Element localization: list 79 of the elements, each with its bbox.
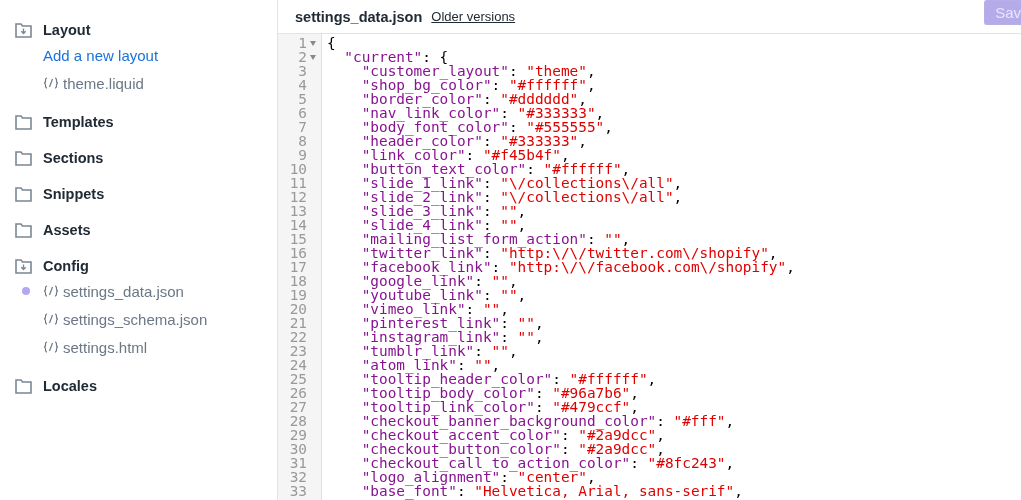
code-line: "google_link": "", (361, 273, 518, 289)
line-number: 25 (289, 372, 307, 386)
line-number: 32 (289, 470, 307, 484)
code-file-icon (43, 77, 59, 89)
line-number: 6 (298, 106, 307, 120)
line-number: 31 (289, 456, 307, 470)
line-number: 7 (298, 120, 307, 134)
code-line: "pinterest_link": "", (361, 315, 544, 331)
code-line: "checkout_call_to_action_color": "#8fc243", (361, 455, 735, 471)
code-line: "mailing_list_form_action": "", (361, 231, 631, 247)
folder-icon[interactable] (15, 150, 32, 166)
line-number: 2 (298, 50, 307, 64)
line-number: 24 (289, 358, 307, 372)
add-layout-link[interactable]: Add a new layout (43, 46, 159, 64)
line-number: 26 (289, 386, 307, 400)
folder-icon[interactable] (15, 378, 32, 394)
code-line: "body_font_color": "#555555", (361, 119, 613, 135)
folder-download-icon[interactable] (15, 22, 32, 38)
line-number: 22 (289, 330, 307, 344)
fold-arrow-icon[interactable] (309, 54, 316, 60)
line-number: 28 (289, 414, 307, 428)
code-line: "link_color": "#f45b4f", (361, 147, 570, 163)
file-name[interactable]: theme.liquid (63, 74, 144, 92)
code-line: "slide_4_link": "", (361, 217, 527, 233)
line-number: 30 (289, 442, 307, 456)
line-number: 17 (289, 260, 307, 274)
line-number: 19 (289, 288, 307, 302)
line-number: 21 (289, 316, 307, 330)
line-number: 27 (289, 400, 307, 414)
code-line: "slide_2_link": "\/collections\/all", (361, 189, 683, 205)
line-number: 8 (298, 134, 307, 148)
code-file-icon (43, 341, 59, 353)
line-number: 5 (298, 92, 307, 106)
file-name[interactable]: settings_data.json (63, 282, 184, 300)
line-number: 14 (289, 218, 307, 232)
code-line: "button_text_color": "#ffffff", (361, 161, 631, 177)
folder-label[interactable]: Sections (43, 150, 104, 166)
file-name[interactable]: settings_schema.json (63, 310, 208, 328)
code-line: "logo_alignment": "center", (361, 469, 596, 485)
code-file-icon (43, 313, 59, 325)
line-number: 10 (289, 162, 307, 176)
line-number: 4 (298, 78, 307, 92)
line-number: 18 (289, 274, 307, 288)
line-number: 29 (289, 428, 307, 442)
folder-icon[interactable] (15, 186, 32, 202)
folder-label[interactable]: Layout (43, 22, 91, 38)
file-title: settings_data.json (295, 8, 423, 25)
folder-label[interactable]: Locales (43, 378, 97, 394)
line-number: 15 (289, 232, 307, 246)
line-number: 12 (289, 190, 307, 204)
folder-label[interactable]: Assets (43, 222, 91, 238)
folder-icon[interactable] (15, 114, 32, 130)
line-number: 23 (289, 344, 307, 358)
code-line: "atom_link": "", (361, 357, 501, 373)
line-number: 11 (289, 176, 307, 190)
code-line: "slide_3_link": "", (361, 203, 527, 219)
folder-label[interactable]: Templates (43, 114, 114, 130)
code-line: "tooltip_header_color": "#ffffff", (361, 371, 657, 387)
folder-icon[interactable] (15, 222, 32, 238)
folder-label[interactable]: Snippets (43, 186, 105, 202)
line-number: 1 (298, 36, 307, 50)
code-line: "current": { (344, 49, 449, 65)
older-versions-link[interactable]: Older versions (431, 9, 516, 24)
code-line: { (327, 35, 336, 51)
folder-label[interactable]: Config (43, 258, 89, 274)
code-line: "customer_layout": "theme", (361, 63, 596, 79)
code-line: "checkout_button_color": "#2a9dcc", (361, 441, 665, 457)
line-number: 13 (289, 204, 307, 218)
code-line: "slide_1_link": "\/collections\/all", (361, 175, 683, 191)
line-number: 16 (289, 246, 307, 260)
code-file-icon (43, 285, 59, 297)
code-line: "nav_link_color": "#333333", (361, 105, 605, 121)
line-number: 9 (298, 148, 307, 162)
line-number: 20 (289, 302, 307, 316)
folder-download-icon[interactable] (15, 258, 32, 274)
fold-arrow-icon[interactable] (309, 40, 316, 46)
line-number: 33 (289, 484, 307, 498)
file-name[interactable]: settings.html (63, 338, 148, 356)
line-number: 3 (298, 64, 307, 78)
